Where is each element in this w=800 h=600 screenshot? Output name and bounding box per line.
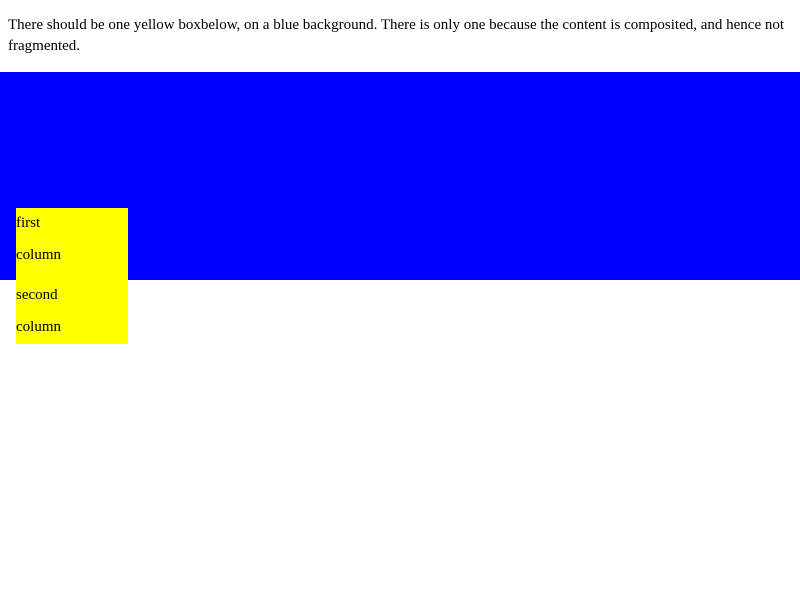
first-column-line-2: column bbox=[16, 247, 61, 263]
description-text: There should be one yellow boxbelow, on … bbox=[8, 17, 785, 54]
first-column-line-1: first bbox=[16, 215, 41, 231]
second-column-line-1: second bbox=[16, 287, 58, 303]
second-column-line-2: column bbox=[16, 319, 61, 335]
